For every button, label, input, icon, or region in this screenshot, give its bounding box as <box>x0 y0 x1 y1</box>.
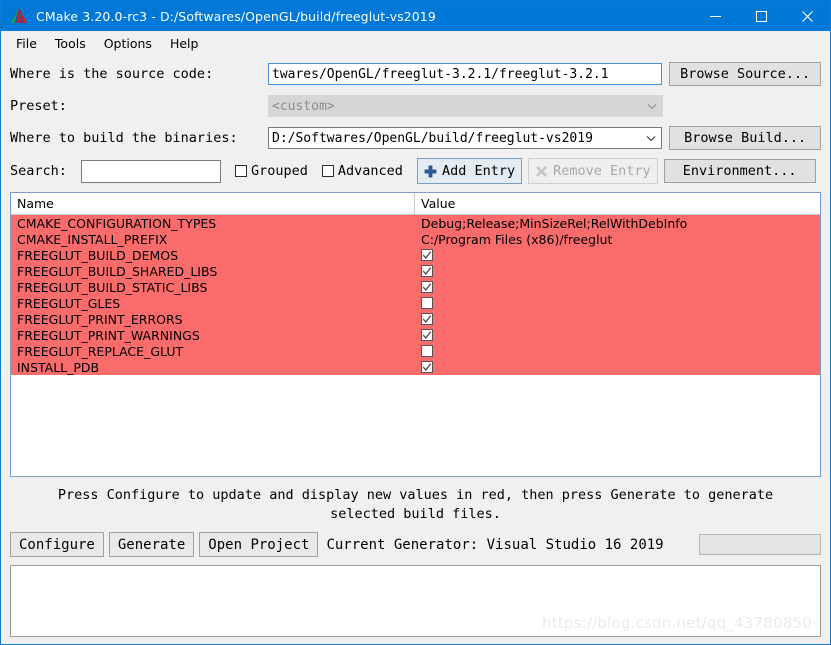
preset-select[interactable]: <custom> <box>268 95 663 117</box>
remove-entry-label: Remove Entry <box>553 163 651 179</box>
cache-variable-value[interactable] <box>415 361 820 373</box>
table-row[interactable]: CMAKE_INSTALL_PREFIX C:/Program Files (x8… <box>11 231 820 247</box>
table-row[interactable]: CMAKE_CONFIGURATION_TYPES Debug;Release;M… <box>11 215 820 231</box>
checkbox-unchecked-icon[interactable] <box>421 345 433 357</box>
cache-variable-value[interactable] <box>415 265 820 277</box>
open-project-button[interactable]: Open Project <box>199 532 319 557</box>
checkbox-checked-icon[interactable] <box>421 329 433 341</box>
configure-button[interactable]: Configure <box>10 532 104 557</box>
grouped-label: Grouped <box>251 163 308 179</box>
preset-selected-value: <custom> <box>272 98 335 114</box>
cache-variable-value[interactable] <box>415 281 820 293</box>
close-button[interactable] <box>784 1 830 31</box>
add-entry-label: Add Entry <box>441 163 516 179</box>
maximize-button[interactable] <box>738 1 784 31</box>
cache-variable-name: CMAKE_CONFIGURATION_TYPES <box>17 215 217 231</box>
cache-variable-name: CMAKE_INSTALL_PREFIX <box>17 231 168 247</box>
status-message-line-1: Press Configure to update and display ne… <box>57 487 774 503</box>
main-content: Where is the source code: twares/OpenGL/… <box>1 61 830 637</box>
menu-item-tools[interactable]: Tools <box>46 33 95 54</box>
search-label: Search: <box>10 163 67 179</box>
cache-variable-value[interactable]: C:/Program Files (x86)/freeglut <box>415 232 820 247</box>
source-code-label: Where is the source code: <box>10 66 214 82</box>
cache-variable-value[interactable] <box>415 313 820 325</box>
checkbox-checked-icon[interactable] <box>421 361 433 373</box>
table-row[interactable]: FREEGLUT_BUILD_DEMOS <box>11 247 820 263</box>
preset-row: Preset: <custom> <box>10 93 821 119</box>
build-binaries-input[interactable]: D:/Softwares/OpenGL/build/freeglut-vs201… <box>268 127 663 149</box>
title-bar: CMake 3.20.0-rc3 - D:/Softwares/OpenGL/b… <box>1 1 830 31</box>
cache-variable-name: FREEGLUT_REPLACE_GLUT <box>17 343 184 359</box>
action-button-row: Configure Generate Open Project Current … <box>10 532 821 557</box>
current-generator-label: Current Generator: Visual Studio 16 2019 <box>326 536 664 553</box>
generate-button[interactable]: Generate <box>108 532 195 557</box>
source-code-row: Where is the source code: twares/OpenGL/… <box>10 61 821 87</box>
watermark-text: https://blog.csdn.net/qq_43780850 <box>542 614 812 632</box>
status-message: Press Configure to update and display ne… <box>10 486 821 524</box>
add-entry-button[interactable]: Add Entry <box>416 158 523 184</box>
cache-variable-value[interactable] <box>415 345 820 357</box>
cache-variable-name: FREEGLUT_BUILD_SHARED_LIBS <box>17 263 218 279</box>
browse-source-button[interactable]: Browse Source... <box>669 62 821 86</box>
cache-variable-name: FREEGLUT_PRINT_ERRORS <box>17 311 183 327</box>
table-row[interactable]: FREEGLUT_PRINT_ERRORS <box>11 311 820 327</box>
table-row[interactable]: FREEGLUT_BUILD_SHARED_LIBS <box>11 263 820 279</box>
checkbox-unchecked-icon[interactable] <box>421 297 433 309</box>
advanced-label: Advanced <box>337 163 403 179</box>
table-body: CMAKE_CONFIGURATION_TYPES Debug;Release;M… <box>11 215 820 375</box>
menu-bar: File Tools Options Help <box>1 31 830 55</box>
grouped-checkbox[interactable]: Grouped <box>235 163 308 179</box>
table-row[interactable]: FREEGLUT_PRINT_WARNINGS <box>11 327 820 343</box>
remove-x-icon <box>535 165 548 178</box>
cmake-gui-window: CMake 3.20.0-rc3 - D:/Softwares/OpenGL/b… <box>0 0 831 645</box>
search-input[interactable] <box>81 159 221 183</box>
table-row[interactable]: FREEGLUT_GLES <box>11 295 820 311</box>
menu-item-file[interactable]: File <box>7 33 46 54</box>
cache-variables-table: Name Value CMAKE_CONFIGURATION_TYPES Debu… <box>10 192 821 477</box>
column-header-name[interactable]: Name <box>11 193 415 214</box>
source-code-input[interactable]: twares/OpenGL/freeglut-3.2.1/freeglut-3.… <box>268 63 663 85</box>
output-log-pane[interactable]: https://blog.csdn.net/qq_43780850 <box>10 565 821 637</box>
cache-variable-value[interactable] <box>415 329 820 341</box>
cache-variable-value[interactable] <box>415 297 820 309</box>
build-binaries-row: Where to build the binaries: D:/Software… <box>10 125 821 151</box>
plus-icon <box>424 165 437 178</box>
cmake-logo-icon <box>10 7 28 25</box>
browse-build-button[interactable]: Browse Build... <box>669 126 821 150</box>
table-row[interactable]: FREEGLUT_REPLACE_GLUT <box>11 343 820 359</box>
minimize-button[interactable] <box>692 1 738 31</box>
table-header: Name Value <box>11 193 820 215</box>
status-message-line-2: selected build files. <box>330 506 501 522</box>
chevron-down-icon[interactable] <box>640 135 658 142</box>
menu-item-help[interactable]: Help <box>161 33 208 54</box>
window-title: CMake 3.20.0-rc3 - D:/Softwares/OpenGL/b… <box>36 8 436 24</box>
environment-button[interactable]: Environment... <box>663 159 816 183</box>
window-controls <box>692 1 830 31</box>
build-binaries-label: Where to build the binaries: <box>10 130 238 146</box>
checkbox-checked-icon[interactable] <box>421 281 433 293</box>
build-binaries-value: D:/Softwares/OpenGL/build/freeglut-vs201… <box>272 130 593 146</box>
remove-entry-button: Remove Entry <box>528 158 658 184</box>
preset-label: Preset: <box>10 98 67 114</box>
cache-variable-name: FREEGLUT_BUILD_DEMOS <box>17 247 179 263</box>
cache-variable-value[interactable]: Debug;Release;MinSizeRel;RelWithDebInfo <box>415 216 820 231</box>
advanced-checkbox[interactable]: Advanced <box>321 163 403 179</box>
progress-bar <box>699 534 821 555</box>
table-row[interactable]: FREEGLUT_BUILD_STATIC_LIBS <box>11 279 820 295</box>
menu-item-options[interactable]: Options <box>95 33 161 54</box>
checkbox-checked-icon[interactable] <box>421 313 433 325</box>
cache-variable-name: FREEGLUT_PRINT_WARNINGS <box>17 327 200 343</box>
cache-variable-name: INSTALL_PDB <box>17 359 100 375</box>
chevron-down-icon <box>641 103 659 110</box>
cache-variable-value[interactable] <box>415 249 820 261</box>
cache-variable-name: FREEGLUT_GLES <box>17 295 121 311</box>
column-header-value[interactable]: Value <box>415 193 820 214</box>
cache-toolbar-row: Search: Grouped Advanced Add Entry Remov… <box>10 158 821 184</box>
table-row[interactable]: INSTALL_PDB <box>11 359 820 375</box>
checkbox-box-icon <box>321 165 334 177</box>
checkbox-checked-icon[interactable] <box>421 249 433 261</box>
cache-variable-name: FREEGLUT_BUILD_STATIC_LIBS <box>17 279 208 295</box>
checkbox-checked-icon[interactable] <box>421 265 433 277</box>
checkbox-box-icon <box>235 165 247 177</box>
